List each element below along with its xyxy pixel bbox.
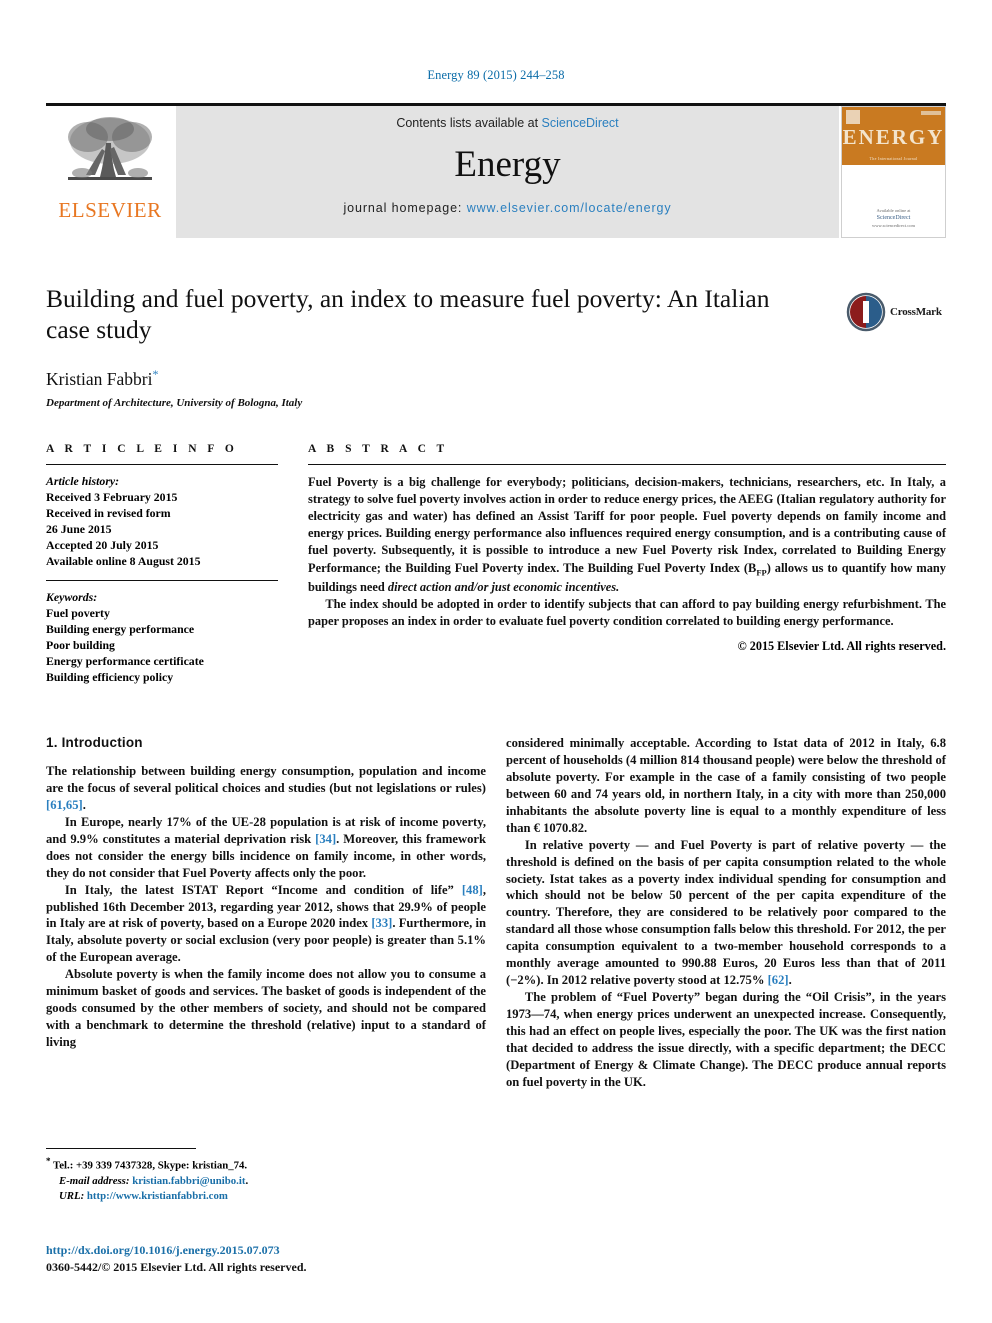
journal-band: Contents lists available at ScienceDirec…: [176, 106, 839, 238]
crossmark-icon: [846, 292, 886, 332]
paragraph-text: .: [788, 973, 792, 988]
footnote-rule: [46, 1148, 196, 1149]
contents-prefix: Contents lists available at: [396, 116, 542, 130]
citation-reference[interactable]: [34]: [315, 832, 336, 846]
keyword-item: Building energy performance: [46, 622, 195, 637]
abstract-paragraph: The index should be adopted in order to …: [308, 596, 946, 628]
author-name: Kristian Fabbri: [46, 369, 153, 390]
cover-footer-brand: ScienceDirect: [876, 215, 911, 222]
author-name-line: Kristian Fabbri*: [46, 367, 946, 390]
elsevier-tree-icon: [68, 117, 152, 180]
citation-reference[interactable]: [48]: [462, 883, 483, 897]
footnote-block: * Tel.: +39 339 7437328, Skype: kristian…: [46, 1148, 486, 1205]
title-block: Building and fuel poverty, an index to m…: [46, 283, 946, 409]
email-link[interactable]: kristian.fabbri@unibo.it: [132, 1175, 245, 1187]
cover-issn-mark: [921, 111, 941, 115]
crossmark-label: CrossMark: [890, 306, 942, 318]
body-paragraph: In Europe, nearly 17% of the UE-28 popul…: [46, 814, 486, 882]
abstract-text-italic: direct action and/or just economic incen…: [387, 579, 620, 594]
contents-available-line: Contents lists available at ScienceDirec…: [396, 116, 618, 130]
abstract-heading: A B S T R A C T: [308, 443, 449, 455]
elsevier-logo: ELSEVIER: [46, 106, 174, 238]
abstract-paragraph: Fuel Poverty is a big challenge for ever…: [308, 474, 946, 596]
footnote-email: E-mail address: kristian.fabbri@unibo.it…: [46, 1174, 486, 1189]
history-item: 26 June 2015: [46, 522, 112, 537]
corresponding-author-marker: *: [152, 367, 159, 382]
email-label: E-mail address:: [59, 1174, 130, 1187]
citation-reference[interactable]: [33]: [371, 916, 392, 930]
article-info-heading: A R T I C L E I N F O: [46, 443, 238, 455]
article-info-column: A R T I C L E I N F O Article history: R…: [46, 443, 278, 685]
history-item: Accepted 20 July 2015: [46, 538, 159, 553]
keywords-label: Keywords:: [46, 590, 98, 605]
abstract-subscript: FP: [756, 567, 767, 578]
history-item: Received 3 February 2015: [46, 490, 178, 505]
author-affiliation: Department of Architecture, University o…: [46, 397, 303, 410]
crossmark-badge[interactable]: CrossMark: [846, 283, 946, 341]
info-abstract-region: A R T I C L E I N F O Article history: R…: [46, 443, 946, 685]
issn-copyright-line: 0360-5442/© 2015 Elsevier Ltd. All right…: [46, 1260, 307, 1274]
email-period: .: [245, 1174, 249, 1187]
running-head: Energy 89 (2015) 244–258: [427, 68, 565, 82]
doi-block: http://dx.doi.org/10.1016/j.energy.2015.…: [46, 1243, 486, 1275]
cover-journal-title: ENERGY: [842, 125, 945, 149]
body-paragraph: In relative poverty — and Fuel Poverty i…: [506, 837, 946, 989]
footnote-tel-text: Tel.: +39 339 7437328, Skype: kristian_7…: [50, 1159, 248, 1172]
url-label: URL:: [59, 1190, 85, 1203]
paragraph-text: The relationship between building energy…: [46, 764, 486, 795]
footnote-tel: * Tel.: +39 339 7437328, Skype: kristian…: [46, 1155, 486, 1174]
copyright-line: © 2015 Elsevier Ltd. All rights reserved…: [737, 639, 946, 654]
section-heading-introduction: 1. Introduction: [46, 735, 143, 750]
body-paragraph: considered minimally acceptable. Accordi…: [506, 736, 946, 835]
cover-bottom-panel: Available online at ScienceDirect www.sc…: [842, 165, 945, 237]
keyword-item: Poor building: [46, 638, 115, 653]
keyword-item: Fuel poverty: [46, 606, 110, 621]
history-item: Received in revised form: [46, 506, 171, 521]
cover-publisher-mark: [846, 110, 860, 124]
paragraph-text: In relative poverty — and Fuel Poverty i…: [506, 837, 946, 988]
page-title: Building and fuel poverty, an index to m…: [46, 284, 770, 345]
body-paragraph: In Italy, the latest ISTAT Report “Incom…: [46, 882, 486, 967]
keyword-item: Energy performance certificate: [46, 654, 204, 669]
journal-homepage-link[interactable]: www.elsevier.com/locate/energy: [467, 201, 672, 215]
body-right-column: considered minimally acceptable. Accordi…: [506, 735, 946, 1235]
author-url-link[interactable]: http://www.kristianfabbri.com: [87, 1190, 228, 1202]
cover-footer-small: Available online at: [876, 207, 911, 213]
journal-cover-thumbnail: ENERGY The International Journal Availab…: [841, 106, 946, 238]
body-paragraph: The relationship between building energy…: [46, 763, 486, 814]
cover-top-panel: ENERGY The International Journal: [842, 107, 945, 165]
body-paragraph: The problem of “Fuel Poverty” began duri…: [506, 990, 946, 1089]
cover-footer-url: www.sciencedirect.com: [872, 223, 915, 229]
elsevier-wordmark: ELSEVIER: [58, 198, 162, 222]
body-paragraph: Absolute poverty is when the family inco…: [46, 967, 486, 1049]
keywords-block: Keywords: Fuel poverty Building energy p…: [46, 581, 278, 685]
cover-journal-subtitle: The International Journal: [869, 156, 918, 161]
journal-homepage-line: journal homepage: www.elsevier.com/locat…: [343, 201, 671, 215]
citation-reference[interactable]: [62]: [768, 973, 789, 987]
article-history-block: Article history: Received 3 February 201…: [46, 465, 278, 569]
abstract-body: Fuel Poverty is a big challenge for ever…: [308, 465, 946, 630]
history-item: Available online 8 August 2015: [46, 554, 201, 569]
abstract-column: A B S T R A C T Fuel Poverty is a big ch…: [308, 443, 946, 685]
journal-masthead: ELSEVIER Contents lists available at Sci…: [46, 103, 946, 238]
sciencedirect-link[interactable]: ScienceDirect: [542, 116, 619, 130]
doi-link[interactable]: http://dx.doi.org/10.1016/j.energy.2015.…: [46, 1243, 486, 1258]
citation-reference[interactable]: [61,65]: [46, 798, 83, 812]
paragraph-text: .: [82, 797, 86, 812]
keyword-item: Building efficiency policy: [46, 670, 174, 685]
footnote-url: URL: http://www.kristianfabbri.com: [46, 1189, 486, 1204]
article-first-page: Energy 89 (2015) 244–258 ELSEVIER Conten…: [0, 0, 992, 1323]
journal-title: Energy: [454, 144, 561, 185]
cover-sciencedirect-block: Available online at ScienceDirect www.sc…: [872, 208, 915, 231]
article-history-label: Article history:: [46, 474, 120, 488]
homepage-prefix: journal homepage:: [343, 201, 467, 215]
paragraph-text: In Italy, the latest ISTAT Report “Incom…: [64, 882, 462, 897]
